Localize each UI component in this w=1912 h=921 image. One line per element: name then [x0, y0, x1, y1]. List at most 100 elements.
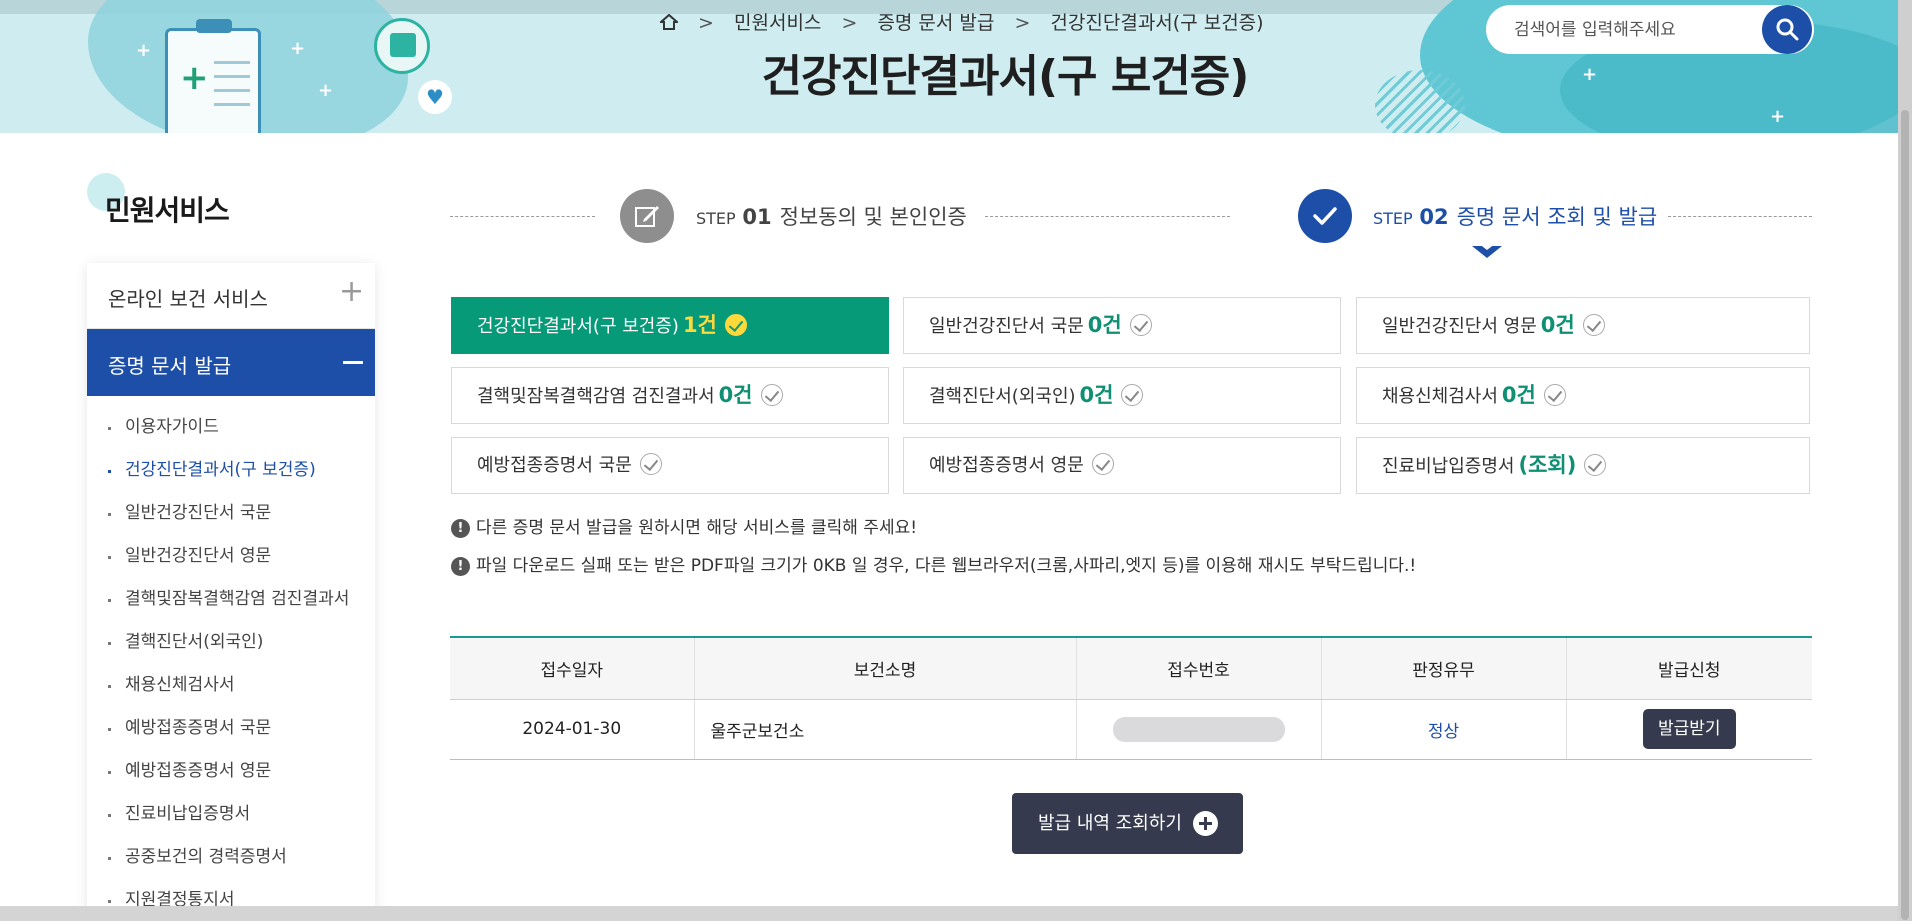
check-circle-icon — [1582, 314, 1605, 336]
breadcrumb-item[interactable]: 증명 문서 발급 — [877, 12, 994, 34]
plus-circle-icon — [1193, 811, 1218, 836]
doc-button-general-health-en[interactable]: 일반건강진단서 영문 0건 — [1356, 297, 1810, 354]
sparkle-icon: + — [290, 38, 306, 59]
sidebar-title: 민원서비스 — [105, 194, 230, 227]
doc-count: 0건 — [1079, 383, 1114, 407]
check-icon — [1313, 207, 1337, 225]
issue-cell: 발급받기 — [1565, 699, 1812, 760]
divider — [450, 216, 595, 217]
issue-history-label: 발급 내역 조회하기 — [1038, 813, 1182, 834]
doc-count: 0건 — [1540, 313, 1575, 337]
horizontal-scrollbar[interactable] — [0, 906, 1898, 921]
sidebar-item[interactable]: 예방접종증명서 국문 — [87, 707, 375, 750]
notice-text: ! 파일 다운로드 실패 또는 받은 PDF파일 크기가 0KB 일 경우, 다른… — [451, 551, 1416, 576]
alert-icon: ! — [451, 557, 470, 576]
breadcrumb-item[interactable]: 민원서비스 — [734, 12, 821, 34]
divider — [985, 216, 1230, 217]
sidebar-item[interactable]: 결핵진단서(외국인) — [87, 621, 375, 664]
sidebar-item-current[interactable]: 건강진단결과서(구 보건증) — [87, 449, 375, 492]
chevron-down-icon — [1472, 243, 1502, 258]
heart-illustration-icon: ♥ — [418, 80, 452, 114]
breadcrumb-item[interactable]: 건강진단결과서(구 보건증) — [1050, 12, 1263, 34]
sidebar-item[interactable]: 채용신체검사서 — [87, 664, 375, 707]
check-circle-icon — [724, 314, 747, 336]
header-banner: + ♥ + + + + + > 민원서비스 > 증명 문서 발급 > 건강진단결… — [0, 0, 1912, 133]
notice-text: ! 다른 증명 문서 발급을 원하시면 해당 서비스를 클릭해 주세요! — [451, 513, 917, 538]
table-header: 접수번호 — [1075, 637, 1321, 700]
plus-icon: + — [339, 274, 365, 309]
sparkle-icon: + — [1770, 106, 1786, 127]
scrollbar-thumb[interactable] — [1901, 110, 1909, 920]
sidebar-item[interactable]: 진료비납입증명서 — [87, 793, 375, 836]
issue-button[interactable]: 발급받기 — [1642, 709, 1736, 749]
sidebar-menu-online-health[interactable]: 온라인 보건 서비스 + — [87, 263, 375, 329]
vertical-scrollbar[interactable] — [1898, 0, 1912, 921]
minus-icon — [343, 361, 363, 364]
home-icon[interactable] — [660, 14, 678, 30]
search-icon — [1776, 18, 1799, 41]
sidebar: 온라인 보건 서비스 + 증명 문서 발급 이용자가이드 건강진단결과서(구 보… — [87, 263, 375, 913]
sidebar-menu-label: 온라인 보건 서비스 — [108, 287, 268, 311]
sidebar-item[interactable]: 결핵및잠복결핵감염 검진결과서 — [87, 578, 375, 621]
doc-button-vaccination-en[interactable]: 예방접종증명서 영문 — [903, 437, 1341, 494]
doc-button-tb-foreigner[interactable]: 결핵진단서(외국인) 0건 — [903, 367, 1341, 424]
check-circle-icon — [1091, 453, 1114, 475]
sparkle-icon: + — [136, 40, 152, 61]
table-header: 보건소명 — [693, 637, 1076, 700]
chevron-right-icon: > — [841, 12, 858, 34]
edit-icon — [635, 206, 659, 227]
step-2-label: STEP 02 증명 문서 조회 및 발급 — [1373, 205, 1658, 229]
doc-button-general-health-kr[interactable]: 일반건강진단서 국문 0건 — [903, 297, 1341, 354]
receipt-date: 2024-01-30 — [450, 699, 694, 760]
table-header: 접수일자 — [450, 637, 694, 700]
result-table: 접수일자 보건소명 접수번호 판정유무 발급신청 2024-01-30 울주군보… — [450, 636, 1812, 760]
sidebar-item[interactable]: 공중보건의 경력증명서 — [87, 836, 375, 879]
doc-button-medical-payment[interactable]: 진료비납입증명서 (조회) — [1356, 437, 1810, 494]
table-header: 발급신청 — [1565, 637, 1812, 700]
clipboard-illustration-icon: + — [165, 19, 261, 133]
doc-count: (조회) — [1518, 453, 1577, 477]
chevron-right-icon: > — [1014, 12, 1031, 34]
check-circle-icon — [760, 384, 783, 406]
search-button[interactable] — [1762, 5, 1812, 54]
issue-history-button[interactable]: 발급 내역 조회하기 — [1012, 793, 1243, 854]
breadcrumb: > 민원서비스 > 증명 문서 발급 > 건강진단결과서(구 보건증) — [660, 8, 1264, 35]
doc-count: 1건 — [682, 313, 717, 337]
step-1-circle — [620, 189, 674, 243]
check-circle-icon — [1121, 384, 1144, 406]
alert-icon: ! — [451, 519, 470, 538]
sidebar-menu-certificate-issue[interactable]: 증명 문서 발급 — [87, 329, 375, 396]
table-row: 2024-01-30 울주군보건소 정상 발급받기 — [450, 699, 1812, 760]
page-title: 건강진단결과서(구 보건증) — [761, 51, 1250, 102]
doc-button-health-certificate[interactable]: 건강진단결과서(구 보건증) 1건 — [451, 297, 889, 354]
sidebar-menu-label: 증명 문서 발급 — [108, 354, 232, 378]
sparkle-icon: + — [1582, 64, 1598, 85]
sparkle-icon: + — [318, 80, 334, 101]
sidebar-item[interactable]: 일반건강진단서 국문 — [87, 492, 375, 535]
check-circle-icon — [639, 453, 662, 475]
health-center-name: 울주군보건소 — [693, 699, 1076, 760]
judgement-status[interactable]: 정상 — [1428, 722, 1459, 742]
sidebar-item[interactable]: 일반건강진단서 영문 — [87, 535, 375, 578]
printer-illustration-icon — [374, 18, 430, 74]
doc-count: 0건 — [718, 383, 753, 407]
judgement-cell: 정상 — [1320, 699, 1566, 760]
receipt-number — [1075, 699, 1321, 760]
sidebar-item[interactable]: 예방접종증명서 영문 — [87, 750, 375, 793]
sidebar-submenu: 이용자가이드 건강진단결과서(구 보건증) 일반건강진단서 국문 일반건강진단서… — [87, 406, 375, 921]
doc-count: 0건 — [1087, 313, 1122, 337]
step-2-circle — [1298, 189, 1352, 243]
doc-button-vaccination-kr[interactable]: 예방접종증명서 국문 — [451, 437, 889, 494]
table-header-row: 접수일자 보건소명 접수번호 판정유무 발급신청 — [450, 637, 1812, 700]
sidebar-item[interactable]: 이용자가이드 — [87, 406, 375, 449]
doc-count: 0건 — [1501, 383, 1536, 407]
check-circle-icon — [1584, 454, 1607, 476]
divider — [1668, 216, 1812, 217]
check-circle-icon — [1543, 384, 1566, 406]
masked-receipt-number — [1112, 716, 1285, 742]
doc-button-employment-exam[interactable]: 채용신체검사서 0건 — [1356, 367, 1810, 424]
search-input[interactable] — [1514, 17, 1744, 43]
step-indicator: STEP 01 정보동의 및 본인인증 STEP 02 증명 문서 조회 및 발급 — [450, 183, 1812, 273]
doc-button-tb-screening[interactable]: 결핵및잠복결핵감염 검진결과서 0건 — [451, 367, 889, 424]
chevron-right-icon: > — [698, 12, 714, 34]
